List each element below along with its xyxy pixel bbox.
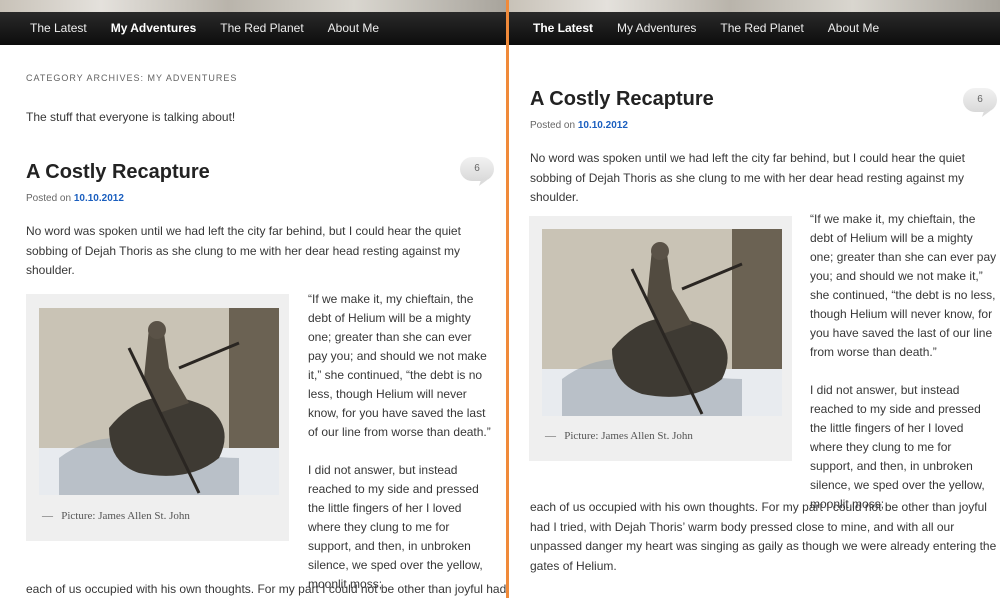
archive-description: The stuff that everyone is talking about…	[26, 110, 236, 124]
caption-text: Picture: James Allen St. John	[564, 430, 693, 442]
post-figure: — Picture: James Allen St. John	[529, 216, 792, 461]
post-title[interactable]: A Costly Recapture	[26, 160, 490, 184]
header-image	[509, 0, 1000, 12]
posted-on-label: Posted on	[530, 120, 576, 131]
posted-on-label: Posted on	[26, 193, 72, 204]
nav-item-the-latest[interactable]: The Latest	[0, 12, 99, 45]
nav-item-the-latest[interactable]: The Latest	[509, 12, 605, 45]
caption-text: Picture: James Allen St. John	[61, 510, 190, 522]
entry-header: A Costly Recapture 6 Posted on 10.10.201…	[26, 157, 494, 204]
post-intro-paragraph: No word was spoken until we had left the…	[26, 224, 461, 277]
post-title[interactable]: A Costly Recapture	[530, 87, 1000, 111]
nav-item-the-red-planet[interactable]: The Red Planet	[208, 12, 315, 45]
rider-illustration	[39, 308, 279, 495]
nav-item-about-me[interactable]: About Me	[816, 12, 891, 45]
side-text-column: “If we make it, my chieftain, the debt o…	[810, 210, 998, 514]
second-paragraph-start: I did not answer, but instead reached to…	[308, 463, 483, 591]
caption-dash: —	[42, 510, 53, 522]
right-content: A Costly Recapture 6 Posted on 10.10.201…	[509, 87, 1000, 208]
comment-count-bubble[interactable]: 6	[963, 88, 997, 112]
left-pane: The Latest My Adventures The Red Planet …	[0, 0, 506, 598]
post-date-link[interactable]: 10.10.2012	[74, 193, 124, 204]
main-nav: The Latest My Adventures The Red Planet …	[0, 12, 506, 45]
second-paragraph-continued: each of us occupied with his own thought…	[530, 500, 997, 573]
header-image	[0, 0, 506, 12]
post-figure: — Picture: James Allen St. John	[26, 294, 289, 541]
figure-caption: — Picture: James Allen St. John	[545, 430, 693, 442]
quote-paragraph: “If we make it, my chieftain, the debt o…	[308, 292, 491, 439]
nav-item-my-adventures[interactable]: My Adventures	[99, 12, 209, 45]
rider-illustration	[542, 229, 782, 416]
post-intro-paragraph: No word was spoken until we had left the…	[530, 151, 965, 204]
main-nav: The Latest My Adventures The Red Planet …	[509, 12, 1000, 45]
comment-count-bubble[interactable]: 6	[460, 157, 494, 181]
quote-paragraph: “If we make it, my chieftain, the debt o…	[810, 212, 997, 359]
right-pane: The Latest My Adventures The Red Planet …	[509, 0, 1000, 598]
post-date-link[interactable]: 10.10.2012	[578, 120, 628, 131]
nav-item-about-me[interactable]: About Me	[316, 12, 391, 45]
nav-item-my-adventures[interactable]: My Adventures	[605, 12, 708, 45]
caption-dash: —	[545, 430, 556, 442]
post-image	[542, 229, 782, 416]
entry-header: A Costly Recapture 6 Posted on 10.10.201…	[530, 87, 1000, 131]
post-meta: Posted on 10.10.2012	[26, 193, 490, 204]
second-paragraph-start: I did not answer, but instead reached to…	[810, 383, 985, 511]
second-paragraph-continued: each of us occupied with his own thought…	[26, 582, 506, 596]
post-meta: Posted on 10.10.2012	[530, 120, 1000, 131]
nav-item-the-red-planet[interactable]: The Red Planet	[708, 12, 815, 45]
side-text-column: “If we make it, my chieftain, the debt o…	[308, 290, 494, 594]
figure-caption: — Picture: James Allen St. John	[42, 510, 190, 522]
left-content: Category Archives: My Adventures The stu…	[0, 45, 506, 281]
post-image	[39, 308, 279, 495]
archive-title: Category Archives: My Adventures	[26, 73, 238, 83]
